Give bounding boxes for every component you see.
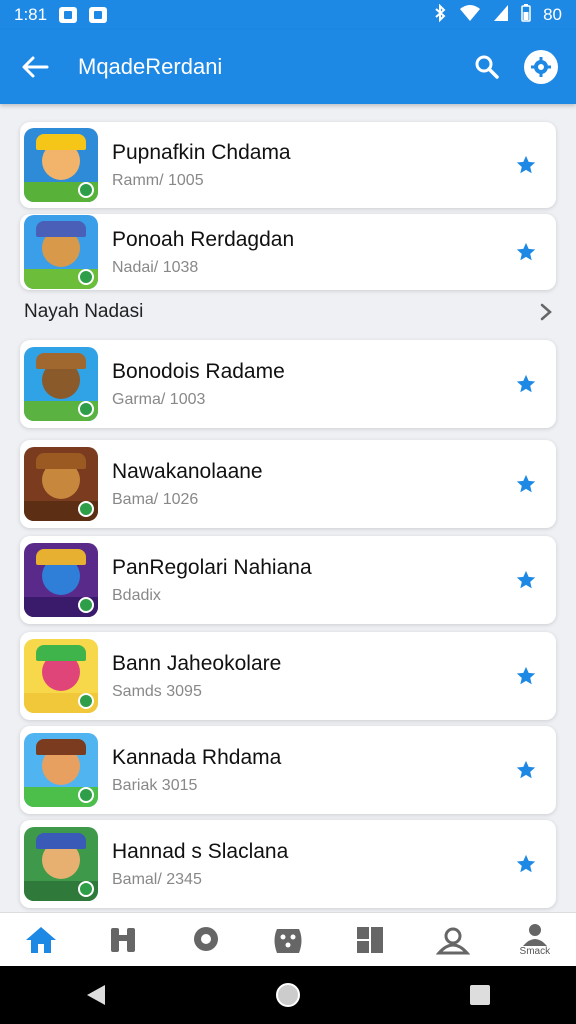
game-thumbnail <box>24 128 98 202</box>
list-item[interactable]: Ponoah Rerdagdan Nadai/ 1038 <box>20 214 556 290</box>
game-thumbnail <box>24 347 98 421</box>
system-back-button[interactable] <box>66 966 126 1024</box>
favorite-button[interactable] <box>496 550 556 610</box>
grid-icon <box>357 926 384 953</box>
item-title: PanRegolari Nahiana <box>112 556 312 580</box>
star-icon <box>516 474 536 493</box>
star-icon <box>516 854 536 873</box>
notification-icon <box>89 7 108 23</box>
system-nav-bar <box>0 966 576 1024</box>
star-icon <box>516 760 536 779</box>
item-title: Hannad s Slaclana <box>112 840 289 864</box>
battery-level: 80 <box>543 5 562 24</box>
star-icon <box>516 570 536 589</box>
favorite-button[interactable] <box>496 135 556 195</box>
nav-tools[interactable] <box>93 913 153 967</box>
status-bar: 1:81 80 <box>0 0 576 30</box>
status-time: 1:81 <box>14 5 48 24</box>
game-thumbnail <box>24 215 98 289</box>
signal-icon <box>493 4 509 27</box>
item-subtitle: Bama/ 1026 <box>112 490 199 508</box>
star-icon <box>516 666 536 685</box>
nav-home[interactable] <box>11 913 71 967</box>
battery-icon <box>521 3 531 27</box>
list-item[interactable]: Kannada Rhdama Bariak 3015 <box>20 726 556 814</box>
square-recents-icon <box>470 985 490 1005</box>
page-title: MqadeRerdani <box>78 54 223 79</box>
nav-profile-label: Smack <box>519 946 551 957</box>
nav-account[interactable] <box>423 913 483 967</box>
star-icon <box>516 155 536 174</box>
list-item[interactable]: Nawakanolaane Bama/ 1026 <box>20 440 556 528</box>
star-icon <box>516 242 536 261</box>
list-item[interactable]: Pupnafkin Chdama Ramm/ 1005 <box>20 122 556 208</box>
back-button[interactable] <box>0 30 70 104</box>
bluetooth-icon <box>433 3 447 27</box>
location-icon <box>193 926 218 951</box>
item-title: Nawakanolaane <box>112 460 263 484</box>
item-subtitle: Samds 3095 <box>112 682 202 700</box>
list-item[interactable]: Hannad s Slaclana Bamal/ 2345 <box>20 820 556 908</box>
settings-icon <box>531 57 551 77</box>
favorite-button[interactable] <box>496 646 556 706</box>
item-subtitle: Bariak 3015 <box>112 776 198 794</box>
star-icon <box>516 374 536 393</box>
game-list[interactable]: Pupnafkin Chdama Ramm/ 1005 Ponoah Rerdagd… <box>0 104 576 912</box>
item-subtitle: Bdadix <box>112 586 161 604</box>
game-thumbnail <box>24 447 98 521</box>
item-subtitle: Nadai/ 1038 <box>112 258 199 276</box>
list-item[interactable]: Bonodois Radame Garma/ 1003 <box>20 340 556 428</box>
search-icon <box>475 55 499 79</box>
tools-icon <box>111 927 136 952</box>
nav-location[interactable] <box>176 913 236 967</box>
account-icon <box>435 927 470 954</box>
item-subtitle: Garma/ 1003 <box>112 390 206 408</box>
circle-home-icon <box>276 983 300 1007</box>
game-thumbnail <box>24 827 98 901</box>
favorite-button[interactable] <box>496 834 556 894</box>
item-subtitle: Bamal/ 2345 <box>112 870 202 888</box>
nav-games[interactable] <box>258 913 318 967</box>
app-bar: MqadeRerdani <box>0 30 576 104</box>
home-icon <box>26 926 57 953</box>
item-title: Bonodois Radame <box>112 360 285 384</box>
wifi-icon <box>459 4 481 27</box>
game-thumbnail <box>24 639 98 713</box>
item-title: Pupnafkin Chdama <box>112 141 291 165</box>
person-icon <box>522 924 547 946</box>
item-title: Ponoah Rerdagdan <box>112 228 295 252</box>
triangle-back-icon <box>87 985 105 1005</box>
system-home-button[interactable] <box>258 966 318 1024</box>
system-recents-button[interactable] <box>450 966 510 1024</box>
item-subtitle: Ramm/ 1005 <box>112 171 204 189</box>
section-header[interactable]: Nayah Nadasi <box>24 301 552 322</box>
search-button[interactable] <box>458 30 516 104</box>
game-thumbnail <box>24 733 98 807</box>
item-title: Kannada Rhdama <box>112 746 282 770</box>
bottom-nav: Smack <box>0 912 576 966</box>
favorite-button[interactable] <box>496 222 556 282</box>
item-title: Bann Jaheokolare <box>112 652 282 676</box>
favorite-button[interactable] <box>496 740 556 800</box>
nav-grid[interactable] <box>340 913 400 967</box>
notification-icon <box>59 7 78 23</box>
profile-button[interactable] <box>524 50 558 84</box>
favorite-button[interactable] <box>496 454 556 514</box>
arrow-left-icon <box>22 56 49 78</box>
nav-profile[interactable]: Smack <box>505 913 565 967</box>
game-thumbnail <box>24 543 98 617</box>
section-label: Nayah Nadasi <box>24 301 144 322</box>
favorite-button[interactable] <box>496 354 556 414</box>
gamepad-icon <box>274 928 302 953</box>
chevron-right-icon <box>540 303 552 321</box>
list-item[interactable]: PanRegolari Nahiana Bdadix <box>20 536 556 624</box>
list-item[interactable]: Bann Jaheokolare Samds 3095 <box>20 632 556 720</box>
